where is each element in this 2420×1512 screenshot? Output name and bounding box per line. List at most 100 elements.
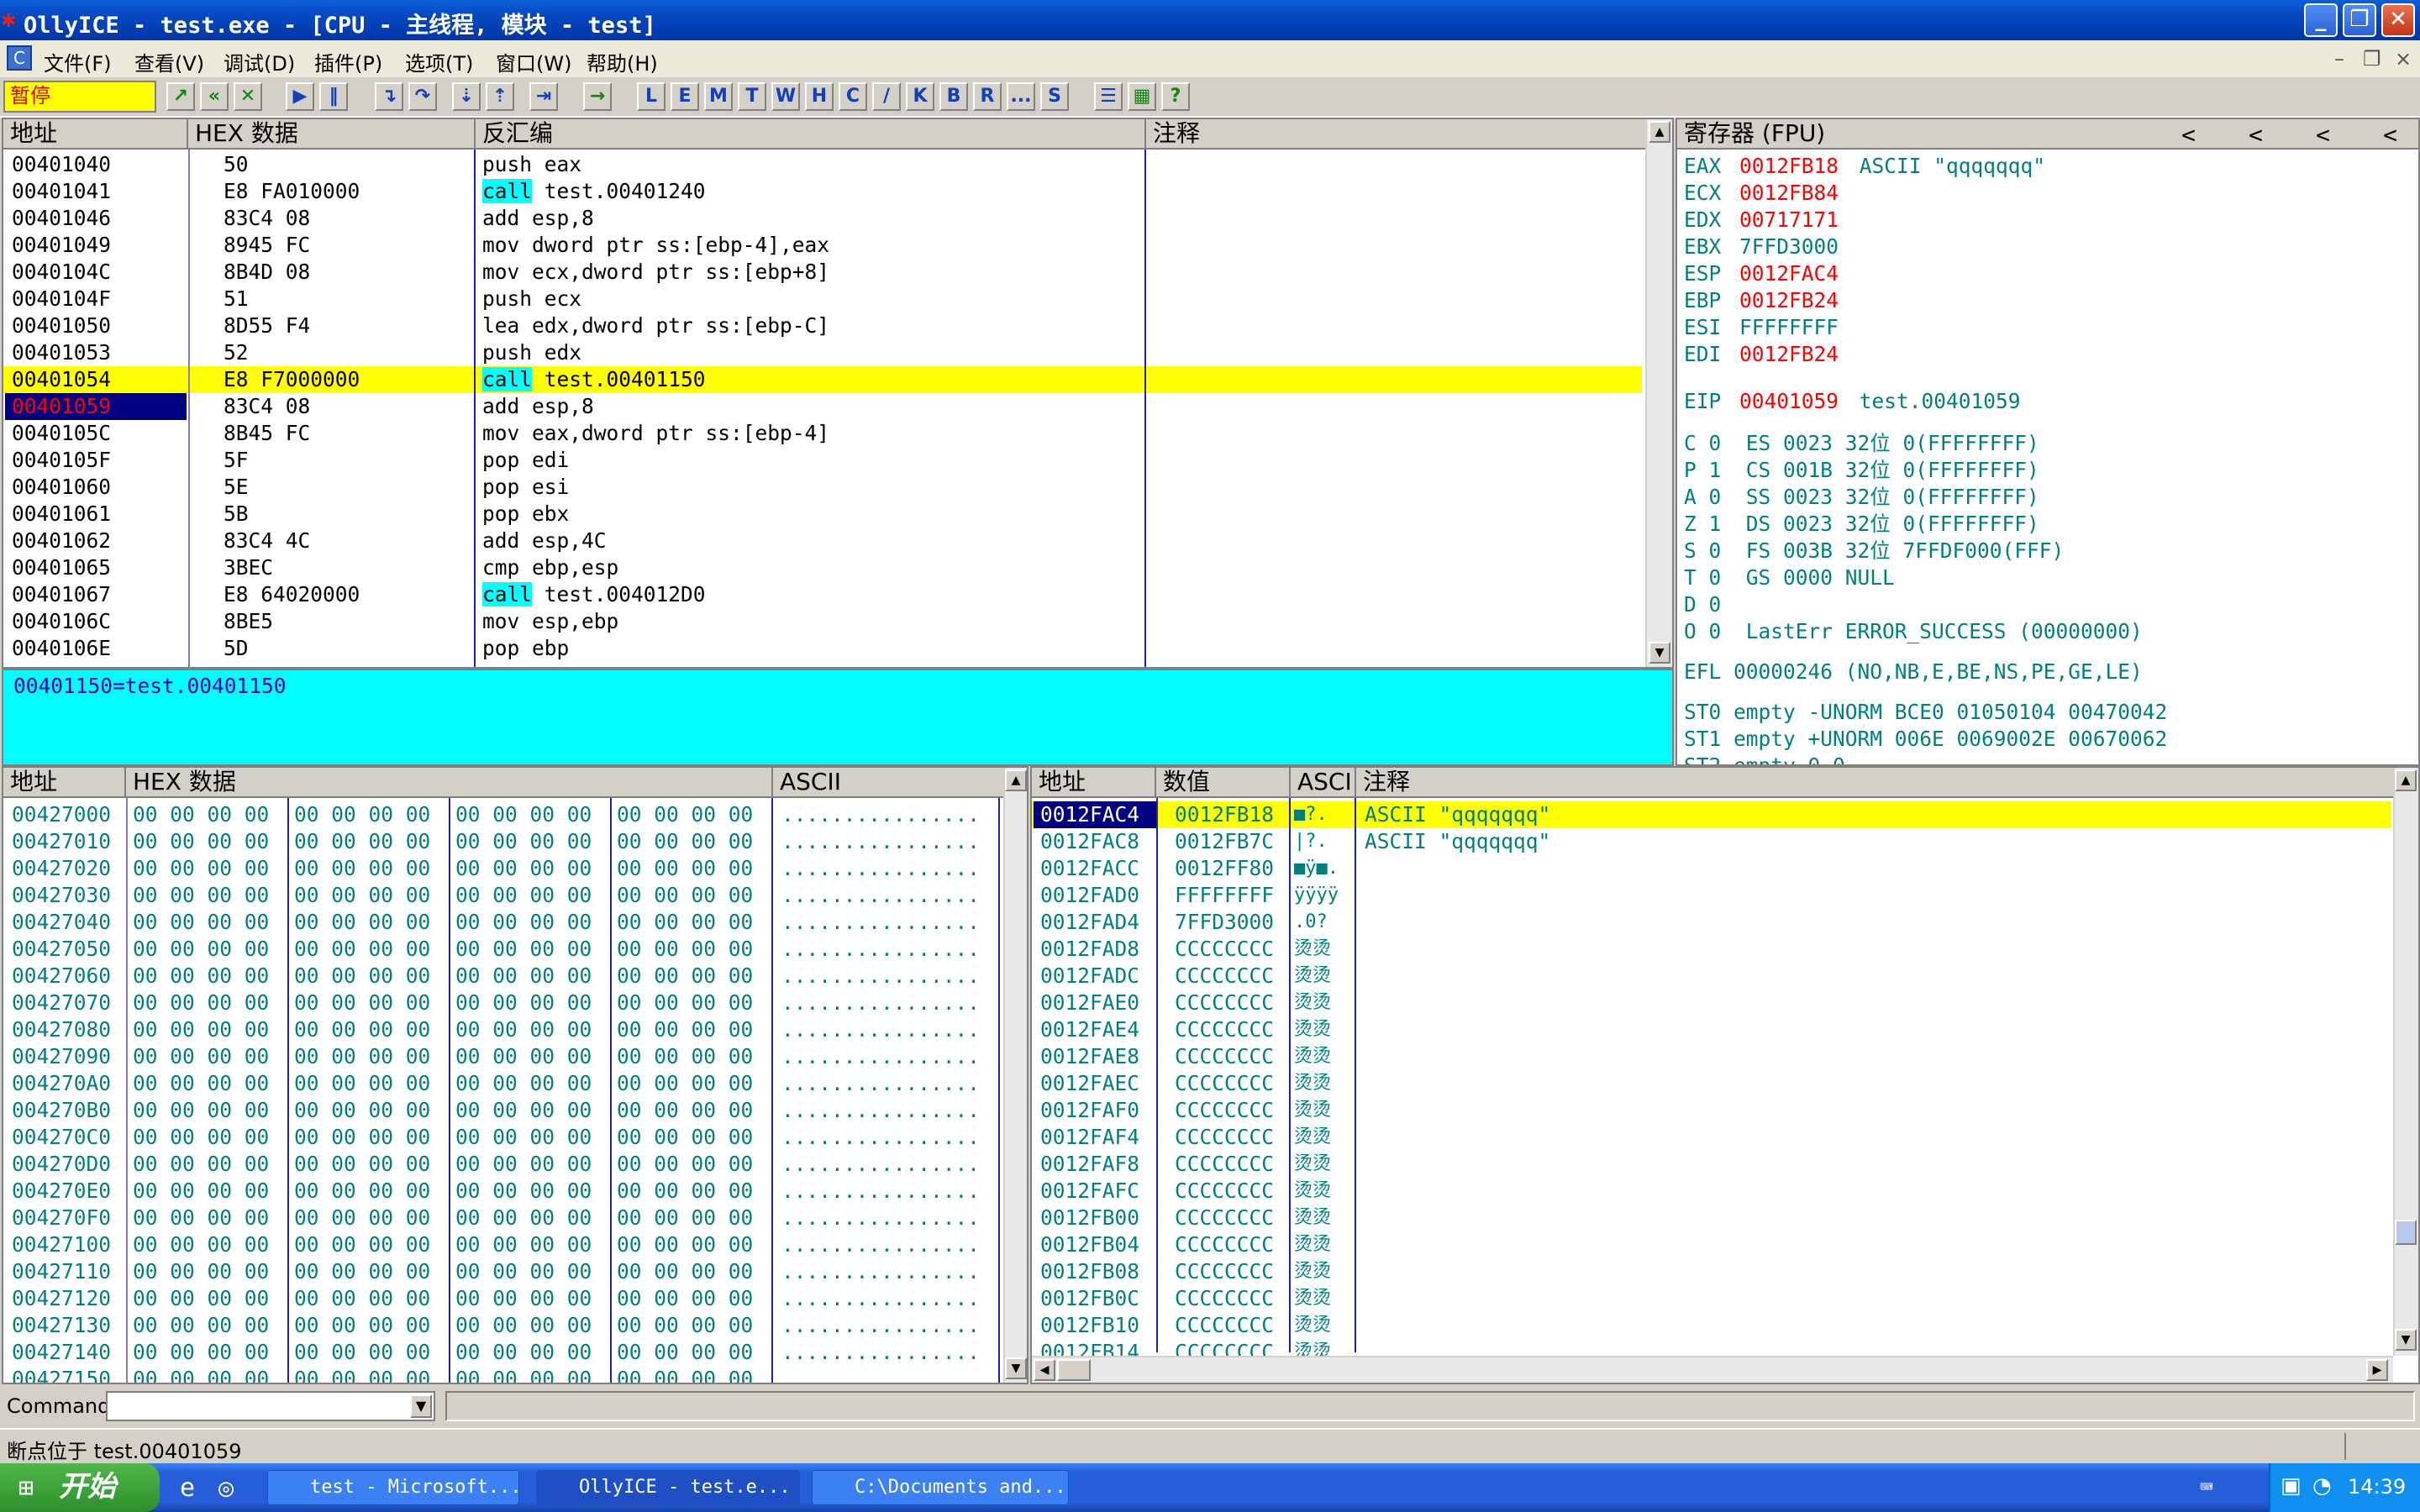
disasm-row[interactable]: 00401046 83C4 08 add esp,8 xyxy=(3,205,1642,232)
dump-row[interactable]: 004270A0 00 00 00 00 00 00 00 00 00 00 00 0… xyxy=(3,1070,1002,1097)
dump-row[interactable]: 004270E0 00 00 00 00 00 00 00 00 00 00 00 0… xyxy=(3,1178,1002,1205)
scroll-up-icon[interactable]: ▲ xyxy=(1649,121,1670,143)
stack-row[interactable]: 0012FAC4 0012FB18 ■?. ASCII "qqqqqqq" xyxy=(1032,801,2391,828)
dump-row[interactable]: 00427010 00 00 00 00 00 00 00 00 00 00 00 0… xyxy=(3,828,1002,855)
flag-segment-row[interactable]: T 0 GS 0000 NULL xyxy=(1684,564,1895,591)
menu-plugins[interactable]: 插件(P) xyxy=(314,47,382,76)
keyboard-icon[interactable]: ⌨ xyxy=(2200,1475,2213,1500)
title-bar[interactable]: ✱ OllyICE - test.exe - [CPU - 主线程, 模块 - … xyxy=(0,0,2420,40)
dump-row[interactable]: 00427080 00 00 00 00 00 00 00 00 00 00 00 0… xyxy=(3,1016,1002,1043)
view-button-11[interactable]: R xyxy=(973,82,1002,111)
flag-segment-row[interactable]: A 0 SS 0023 32位 0(FFFFFFFF) xyxy=(1684,484,2039,511)
scroll-up-icon[interactable]: ▲ xyxy=(2395,769,2417,791)
disasm-row[interactable]: 0040106C 8BE5 mov esp,ebp xyxy=(3,608,1642,635)
close-program-icon[interactable]: ✕ xyxy=(234,82,262,111)
dump-row[interactable]: 004270C0 00 00 00 00 00 00 00 00 00 00 00 0… xyxy=(3,1124,1002,1151)
flag-segment-row[interactable]: P 1 CS 001B 32位 0(FFFFFFFF) xyxy=(1684,457,2039,484)
flag-segment-row[interactable]: D 0 xyxy=(1684,591,1721,618)
execute-till-return-icon[interactable]: ⇥ xyxy=(529,82,558,111)
disasm-row[interactable]: 0040105F 5F pop edi xyxy=(3,447,1642,474)
stack-row[interactable]: 0012FAEC CCCCCCCC 烫烫 xyxy=(1032,1070,2391,1097)
menu-file[interactable]: 文件(F) xyxy=(44,47,112,76)
dump-row[interactable]: 00427040 00 00 00 00 00 00 00 00 00 00 00 0… xyxy=(3,909,1002,936)
fpu-register-row[interactable]: ST1 empty +UNORM 006E 0069002E 00670062 xyxy=(1684,726,2167,753)
disasm-row[interactable]: 0040104F 51 push ecx xyxy=(3,286,1642,312)
dump-row[interactable]: 00427060 00 00 00 00 00 00 00 00 00 00 00 0… xyxy=(3,963,1002,990)
dump-row[interactable]: 00427140 00 00 00 00 00 00 00 00 00 00 00 0… xyxy=(3,1339,1002,1366)
stack-row[interactable]: 0012FAE4 CCCCCCCC 烫烫 xyxy=(1032,1016,2391,1043)
mdi-minimize-button[interactable]: – xyxy=(2334,47,2344,71)
step-over-icon[interactable]: ↷ xyxy=(408,82,437,111)
pause-icon[interactable]: ‖ xyxy=(319,82,348,111)
browser-icon[interactable]: ◎ xyxy=(218,1473,234,1503)
dump-row[interactable]: 00427100 00 00 00 00 00 00 00 00 00 00 00 0… xyxy=(3,1231,1002,1258)
disasm-row[interactable]: 00401050 8D55 F4 lea edx,dword ptr ss:[ebp… xyxy=(3,312,1642,339)
disasm-row[interactable]: 00401040 50 push eax xyxy=(3,151,1642,178)
stack-row[interactable]: 0012FB0C CCCCCCCC 烫烫 xyxy=(1032,1285,2391,1312)
disasm-row[interactable]: 00401054 E8 F7000000 call test.00401150 xyxy=(3,366,1642,393)
stack-row[interactable]: 0012FAFC CCCCCCCC 烫烫 xyxy=(1032,1178,2391,1205)
stack-row[interactable]: 0012FACC 0012FF80 ■ÿ■. xyxy=(1032,855,2391,882)
mdi-close-button[interactable]: × xyxy=(2395,47,2412,71)
menu-debug[interactable]: 调试(D) xyxy=(224,47,295,76)
reg-nav-button[interactable]: < xyxy=(2316,121,2330,149)
dump-row[interactable]: 00427070 00 00 00 00 00 00 00 00 00 00 00 0… xyxy=(3,990,1002,1016)
disasm-row[interactable]: 00401062 83C4 4C add esp,4C xyxy=(3,528,1642,554)
disasm-row[interactable]: 00401067 E8 64020000 call test.004012D0 xyxy=(3,581,1642,608)
stack-row[interactable]: 0012FADC CCCCCCCC 烫烫 xyxy=(1032,963,2391,990)
restart-icon[interactable]: « xyxy=(200,82,229,111)
help-icon[interactable]: ? xyxy=(1161,82,1190,111)
stack-row[interactable]: 0012FAF8 CCCCCCCC 烫烫 xyxy=(1032,1151,2391,1178)
disasm-row[interactable]: 00401059 83C4 08 add esp,8 xyxy=(3,393,1642,420)
goto-icon[interactable]: → xyxy=(583,82,612,111)
disasm-row[interactable]: 00401041 E8 FA010000 call test.00401240 xyxy=(3,178,1642,205)
stack-header-ascii[interactable]: ASCI xyxy=(1291,768,1356,798)
dump-row[interactable]: 00427030 00 00 00 00 00 00 00 00 00 00 00 0… xyxy=(3,882,1002,909)
view-button-4[interactable]: T xyxy=(738,82,766,111)
menu-window[interactable]: 窗口(W) xyxy=(496,47,571,76)
dump-row[interactable]: 00427090 00 00 00 00 00 00 00 00 00 00 00 0… xyxy=(3,1043,1002,1070)
dump-row[interactable]: 004270F0 00 00 00 00 00 00 00 00 00 00 00 0… xyxy=(3,1205,1002,1231)
view-button-3[interactable]: M xyxy=(704,82,733,111)
disasm-row[interactable]: 00401060 5E pop esi xyxy=(3,474,1642,501)
stack-row[interactable]: 0012FB00 CCCCCCCC 烫烫 xyxy=(1032,1205,2391,1231)
view-button-5[interactable]: W xyxy=(771,82,800,111)
volume-icon[interactable]: ◔ xyxy=(2312,1473,2332,1499)
registers-panel[interactable]: 寄存器 (FPU) < < < < EAX 0012FB18 ASCII "qqq… xyxy=(1676,118,2420,766)
view-button-8[interactable]: / xyxy=(872,82,901,111)
flag-segment-row[interactable]: C 0 ES 0023 32位 0(FFFFFFFF) xyxy=(1684,430,2039,457)
view-button-6[interactable]: H xyxy=(805,82,834,111)
reg-nav-button[interactable]: < xyxy=(2181,121,2196,149)
network-icon[interactable]: ▣ xyxy=(2281,1473,2302,1499)
disasm-row[interactable]: 00401053 52 push edx xyxy=(3,339,1642,366)
stack-header-address[interactable]: 地址 xyxy=(1032,768,1156,798)
stack-row[interactable]: 0012FB10 CCCCCCCC 烫烫 xyxy=(1032,1312,2391,1339)
options-icon[interactable]: ▦ xyxy=(1128,82,1156,111)
scroll-right-icon[interactable]: ▶ xyxy=(2366,1359,2388,1381)
stack-panel[interactable]: 地址 数值 ASCI 注释 0012FAC4 0012FB18 ■?. ASCII "… xyxy=(1030,766,2420,1384)
run-icon[interactable]: ▶ xyxy=(286,82,314,111)
stack-row[interactable]: 0012FAE8 CCCCCCCC 烫烫 xyxy=(1032,1043,2391,1070)
stack-scrollbar[interactable]: ▲ ▼ xyxy=(2393,768,2418,1356)
task-button-ollyice[interactable]: OllyICE - test.e... xyxy=(536,1470,800,1505)
step-into-icon[interactable]: ↴ xyxy=(375,82,403,111)
scroll-down-icon[interactable]: ▼ xyxy=(1005,1357,1027,1379)
dump-row[interactable]: 00427120 00 00 00 00 00 00 00 00 00 00 00 0… xyxy=(3,1285,1002,1312)
stack-hscrollbar[interactable]: ◀ ▶ xyxy=(1032,1356,2393,1383)
stack-row[interactable]: 0012FAC8 0012FB7C |?. ASCII "qqqqqqq" xyxy=(1032,828,2391,855)
view-button-13[interactable]: S xyxy=(1040,82,1069,111)
header-disassembly[interactable]: 反汇编 xyxy=(476,119,1146,150)
stack-header-value[interactable]: 数值 xyxy=(1156,768,1291,798)
stack-row[interactable]: 0012FAD4 7FFD3000 .0? xyxy=(1032,909,2391,936)
disassembly-scrollbar[interactable]: ▲ ▼ xyxy=(1645,119,1672,667)
disasm-row[interactable]: 0040106E 5D pop ebp xyxy=(3,635,1642,662)
stack-row[interactable]: 0012FB08 CCCCCCCC 烫烫 xyxy=(1032,1258,2391,1285)
disasm-row[interactable]: 0040105C 8B45 FC mov eax,dword ptr ss:[ebp… xyxy=(3,420,1642,447)
dump-row[interactable]: 00427150 00 00 00 00 00 00 00 00 00 00 00 0… xyxy=(3,1366,1002,1383)
disassembly-panel[interactable]: 地址 HEX 数据 反汇编 注释 00401040 50 push eax 00401… xyxy=(2,118,1674,669)
view-button-7[interactable]: C xyxy=(839,82,867,111)
menu-view[interactable]: 查看(V) xyxy=(134,47,204,76)
dump-row[interactable]: 004270D0 00 00 00 00 00 00 00 00 00 00 00 0… xyxy=(3,1151,1002,1178)
hscroll-thumb[interactable] xyxy=(1057,1359,1091,1381)
view-button-1[interactable]: L xyxy=(637,82,666,111)
